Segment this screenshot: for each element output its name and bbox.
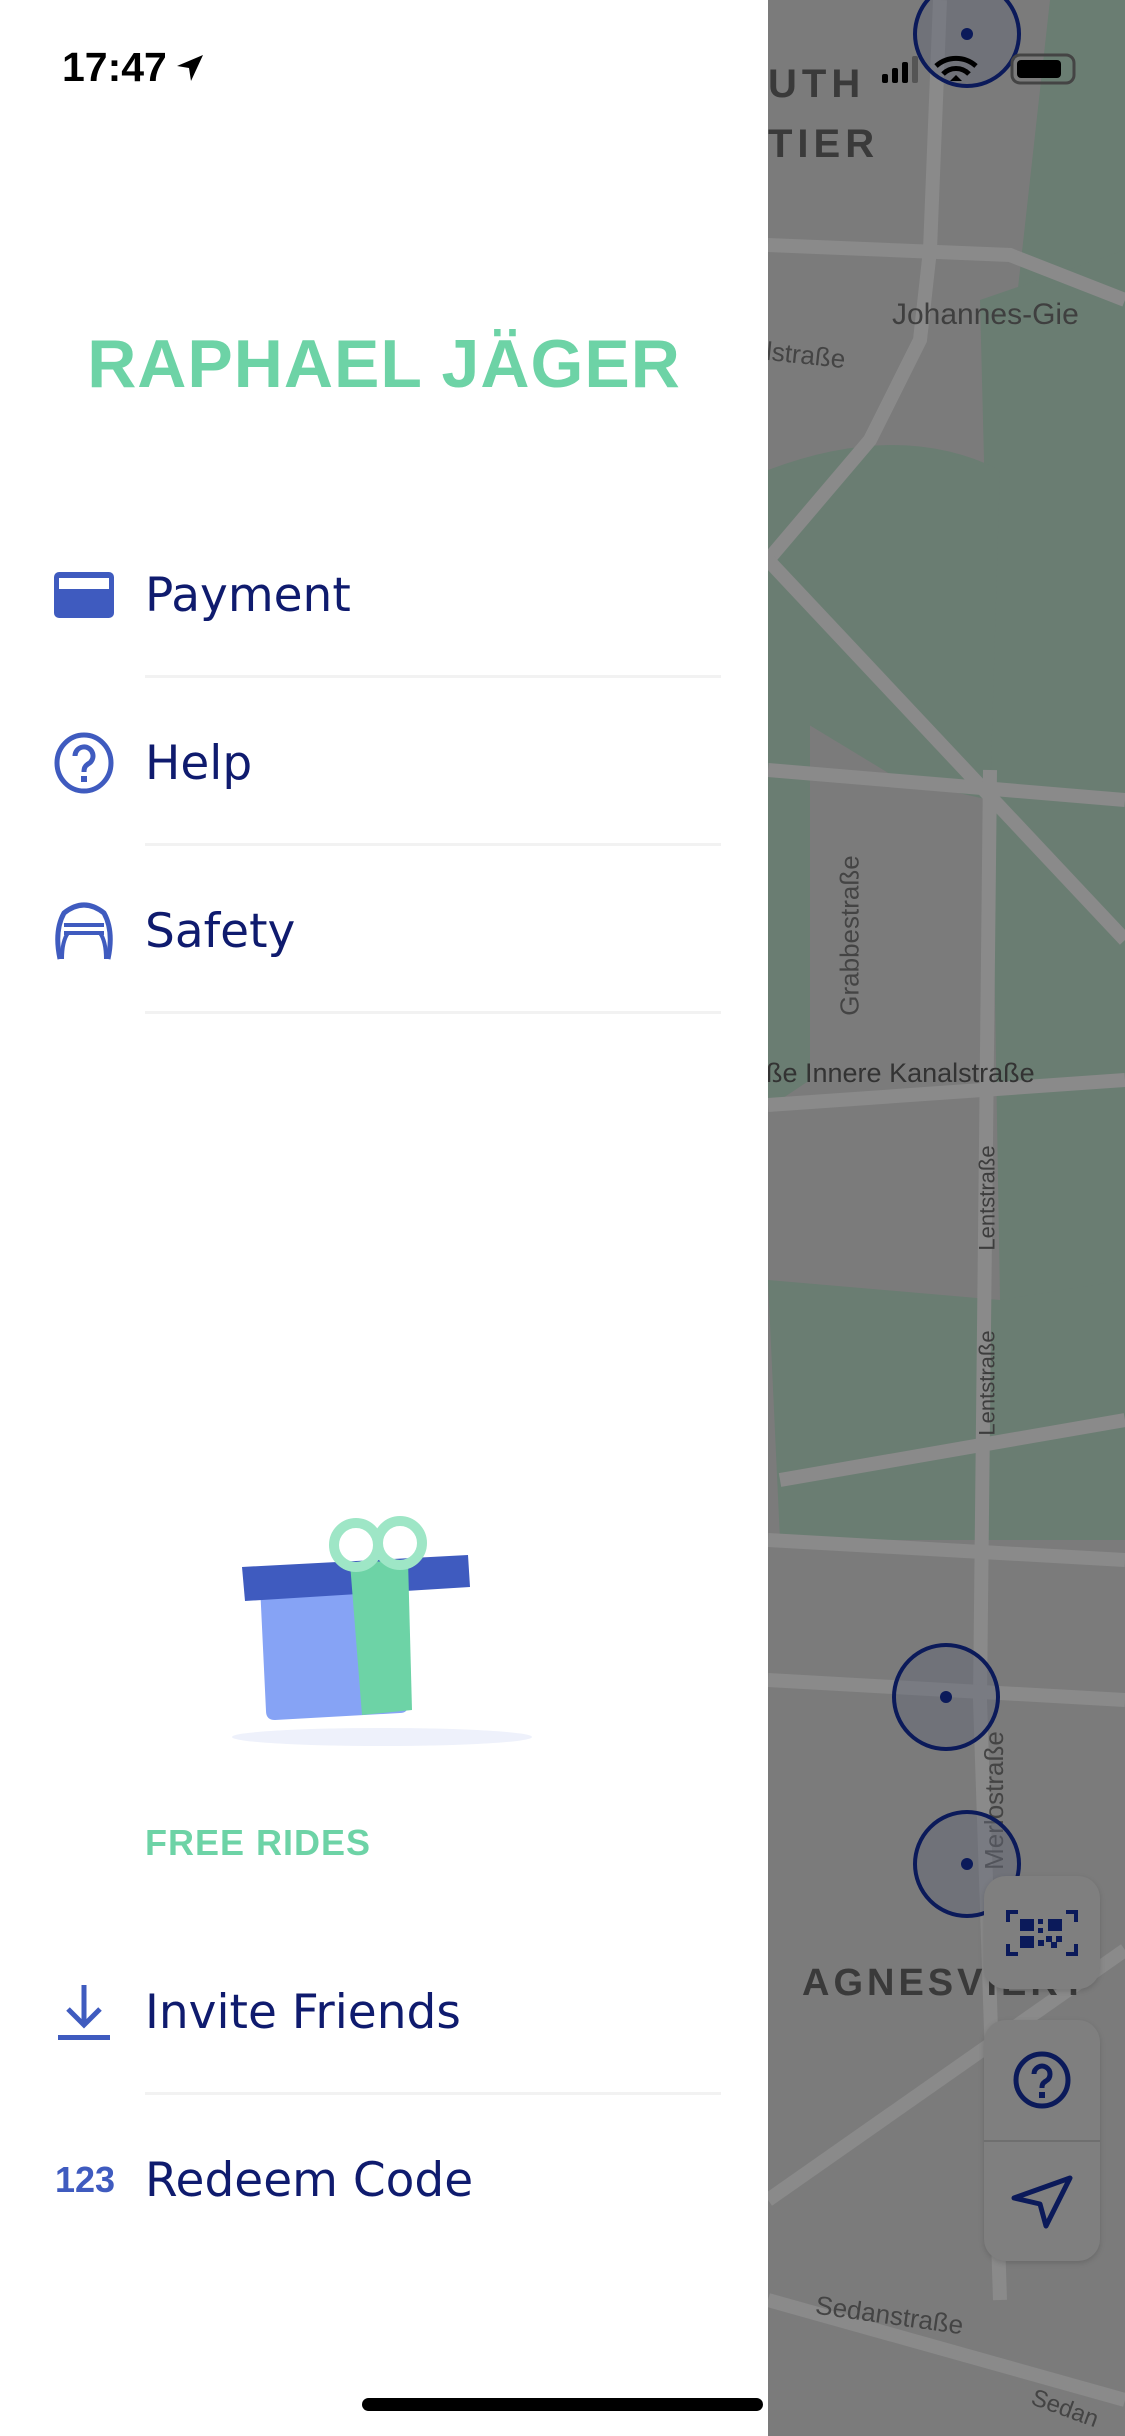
status-icons — [882, 53, 1076, 85]
menu-item-label: Safety — [145, 903, 296, 959]
map-street-label: ße Innere Kanalstraße — [766, 1058, 1035, 1088]
navigation-arrow-icon — [1011, 2175, 1073, 2228]
menu-item-payment[interactable]: Payment — [0, 540, 768, 650]
divider — [145, 2092, 721, 2095]
divider — [145, 1011, 721, 1014]
free-rides-heading: FREE RIDES — [145, 1822, 372, 1863]
menu-item-label: Payment — [145, 567, 351, 623]
menu-item-label: Redeem Code — [145, 2152, 474, 2208]
map-district-label: UTH — [768, 62, 866, 106]
battery-icon — [1017, 60, 1061, 78]
helmet-icon — [52, 899, 116, 963]
user-name: RAPHAEL JÄGER — [87, 326, 681, 402]
locate-me-button[interactable] — [984, 2142, 1100, 2261]
map-street-label: Lentstraße — [974, 1145, 1000, 1251]
question-circle-icon — [52, 731, 116, 795]
map-district-label: TIER — [768, 122, 880, 166]
menu-item-invite-friends[interactable]: Invite Friends — [0, 1957, 768, 2067]
credit-card-icon — [52, 563, 116, 627]
menu-item-label: Invite Friends — [145, 1984, 461, 2040]
side-drawer: 17:47 RAPHAEL JÄGER Payment Help Safety … — [0, 0, 768, 2436]
menu-item-help[interactable]: Help — [0, 708, 768, 818]
map-street-label: Johannes-Gie — [892, 298, 1079, 331]
scan-qr-button[interactable] — [984, 1876, 1100, 1989]
status-time: 17:47 — [62, 44, 205, 91]
divider — [145, 675, 721, 678]
map-controls — [984, 2020, 1100, 2261]
menu-item-label: Help — [145, 735, 253, 791]
map-street-label: Lentstraße — [974, 1330, 1000, 1436]
menu-item-redeem-code[interactable]: 123 Redeem Code — [0, 2125, 768, 2235]
location-arrow-icon — [176, 54, 203, 81]
menu-item-safety[interactable]: Safety — [0, 876, 768, 986]
cellular-signal-icon — [882, 56, 918, 83]
question-circle-icon — [1013, 2051, 1071, 2109]
qr-code-icon — [1006, 1909, 1078, 1956]
home-indicator[interactable] — [362, 2398, 763, 2411]
wifi-icon — [934, 55, 978, 76]
download-icon — [52, 1980, 116, 2044]
clock: 17:47 — [62, 44, 167, 90]
gift-icon — [232, 1516, 532, 1746]
vehicle-marker[interactable] — [892, 1643, 1000, 1751]
map-street-label: Grabbestraße — [834, 855, 865, 1016]
divider — [145, 843, 721, 846]
numbers-123-icon: 123 — [54, 2159, 116, 2200]
map-help-button[interactable] — [984, 2020, 1100, 2142]
